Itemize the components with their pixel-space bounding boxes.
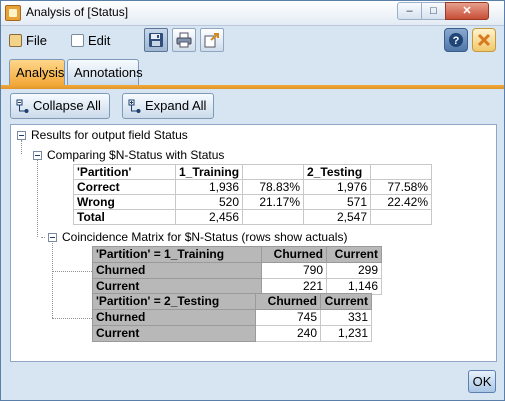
cell: 571 bbox=[303, 194, 372, 210]
cell bbox=[242, 209, 305, 225]
collapse-all-icon bbox=[16, 99, 29, 113]
matrix-col-header: Current bbox=[320, 293, 372, 310]
results-panel: Results for output field Status Comparin… bbox=[10, 124, 497, 362]
help-button[interactable]: ? bbox=[444, 28, 468, 52]
header-training-pct bbox=[242, 164, 305, 180]
row-label: Correct bbox=[73, 179, 176, 195]
matrix-corner: 'Partition' = 1_Training bbox=[92, 246, 262, 263]
save-icon bbox=[149, 33, 163, 47]
minimize-button[interactable]: – bbox=[397, 2, 422, 20]
matrix-header-row: 'Partition' = 2_Testing Churned Current bbox=[92, 293, 372, 310]
row-label: Total bbox=[73, 209, 176, 225]
tree-connector bbox=[52, 271, 92, 272]
header-testing-pct bbox=[370, 164, 433, 180]
matrix-header-row: 'Partition' = 1_Training Churned Current bbox=[92, 246, 382, 263]
matrix-col-header: Churned bbox=[261, 246, 327, 263]
expand-all-button[interactable]: Expand All bbox=[122, 93, 214, 119]
maximize-button[interactable]: □ bbox=[421, 2, 446, 20]
table-row: Correct 1,936 78.83% 1,976 77.58% bbox=[73, 179, 433, 195]
analysis-window: Analysis of [Status] – □ ✕ File Edit ? A… bbox=[0, 0, 505, 401]
tree-button-bar: Collapse All Expand All bbox=[1, 89, 504, 123]
coincidence-matrix-training: 'Partition' = 1_Training Churned Current… bbox=[92, 246, 382, 295]
matrix-cell: 299 bbox=[326, 262, 382, 279]
tree-connector bbox=[52, 243, 53, 318]
export-icon bbox=[204, 33, 219, 48]
header-training: 1_Training bbox=[174, 164, 244, 180]
title-bar: Analysis of [Status] – □ ✕ bbox=[1, 1, 504, 26]
matrix-row: Churned 790 299 bbox=[92, 262, 382, 279]
tree-connector bbox=[41, 237, 45, 238]
tree-root-label[interactable]: Results for output field Status bbox=[31, 129, 188, 142]
matrix-cell: 240 bbox=[255, 325, 321, 342]
file-icon bbox=[9, 34, 22, 47]
tree-comparing-label[interactable]: Comparing $N-Status with Status bbox=[47, 149, 224, 162]
app-icon bbox=[5, 5, 21, 21]
expand-all-label: Expand All bbox=[145, 98, 207, 113]
collapse-toggle-coincidence[interactable] bbox=[48, 233, 57, 242]
tree-connector bbox=[37, 155, 38, 237]
collapse-all-button[interactable]: Collapse All bbox=[10, 93, 110, 119]
matrix-row-header: Current bbox=[92, 325, 256, 342]
tab-analysis[interactable]: Analysis bbox=[9, 59, 65, 85]
tree-connector bbox=[21, 140, 22, 154]
header-testing: 2_Testing bbox=[303, 164, 372, 180]
header-partition: 'Partition' bbox=[73, 164, 176, 180]
collapse-all-label: Collapse All bbox=[33, 98, 101, 113]
menu-edit[interactable]: Edit bbox=[71, 32, 110, 50]
cell: 1,936 bbox=[174, 179, 244, 195]
cell: 22.42% bbox=[370, 194, 433, 210]
cell: 78.83% bbox=[242, 179, 305, 195]
matrix-row-header: Churned bbox=[92, 262, 262, 279]
collapse-toggle-comparing[interactable] bbox=[33, 151, 42, 160]
matrix-col-header: Churned bbox=[255, 293, 321, 310]
print-button[interactable] bbox=[172, 28, 196, 52]
cell: 1,976 bbox=[303, 179, 372, 195]
row-label: Wrong bbox=[73, 194, 176, 210]
matrix-corner: 'Partition' = 2_Testing bbox=[92, 293, 256, 310]
tab-annotations[interactable]: Annotations bbox=[67, 59, 143, 85]
print-icon bbox=[176, 32, 192, 48]
cell: 2,547 bbox=[303, 209, 372, 225]
menu-file-label: File bbox=[26, 33, 47, 48]
expand-all-icon bbox=[128, 99, 141, 113]
ok-button[interactable]: OK bbox=[468, 370, 496, 393]
matrix-row: Churned 745 331 bbox=[92, 309, 372, 326]
cell bbox=[370, 209, 433, 225]
matrix-cell: 1,231 bbox=[320, 325, 372, 342]
cell: 21.17% bbox=[242, 194, 305, 210]
matrix-col-header: Current bbox=[326, 246, 382, 263]
coincidence-matrix-testing: 'Partition' = 2_Testing Churned Current … bbox=[92, 293, 372, 342]
tree-coincidence-label[interactable]: Coincidence Matrix for $N-Status (rows s… bbox=[62, 231, 347, 244]
collapse-toggle-root[interactable] bbox=[17, 131, 26, 140]
comparison-table: 'Partition' 1_Training 2_Testing Correct… bbox=[73, 164, 433, 225]
table-row: Total 2,456 2,547 bbox=[73, 209, 433, 225]
matrix-cell: 745 bbox=[255, 309, 321, 326]
export-button[interactable] bbox=[200, 28, 224, 52]
matrix-cell: 790 bbox=[261, 262, 327, 279]
menu-edit-label: Edit bbox=[88, 33, 111, 48]
menu-file[interactable]: File bbox=[9, 32, 47, 50]
svg-text:?: ? bbox=[453, 35, 460, 47]
save-button[interactable] bbox=[144, 28, 168, 52]
tree-connector bbox=[52, 318, 92, 319]
close-panel-button[interactable] bbox=[472, 28, 496, 52]
help-icon: ? bbox=[449, 33, 463, 47]
tab-bar: Analysis Annotations bbox=[1, 57, 504, 85]
cell: 520 bbox=[174, 194, 244, 210]
close-panel-icon bbox=[477, 33, 491, 47]
matrix-row-header: Churned bbox=[92, 309, 256, 326]
cell: 77.58% bbox=[370, 179, 433, 195]
menu-toolbar: File Edit ? bbox=[1, 26, 504, 56]
edit-icon bbox=[71, 34, 84, 47]
window-title: Analysis of [Status] bbox=[26, 5, 129, 19]
table-row: Wrong 520 21.17% 571 22.42% bbox=[73, 194, 433, 210]
close-window-button[interactable]: ✕ bbox=[445, 2, 489, 20]
cell: 2,456 bbox=[174, 209, 244, 225]
matrix-cell: 331 bbox=[320, 309, 372, 326]
table-header-row: 'Partition' 1_Training 2_Testing bbox=[73, 164, 433, 180]
matrix-row: Current 240 1,231 bbox=[92, 325, 372, 342]
